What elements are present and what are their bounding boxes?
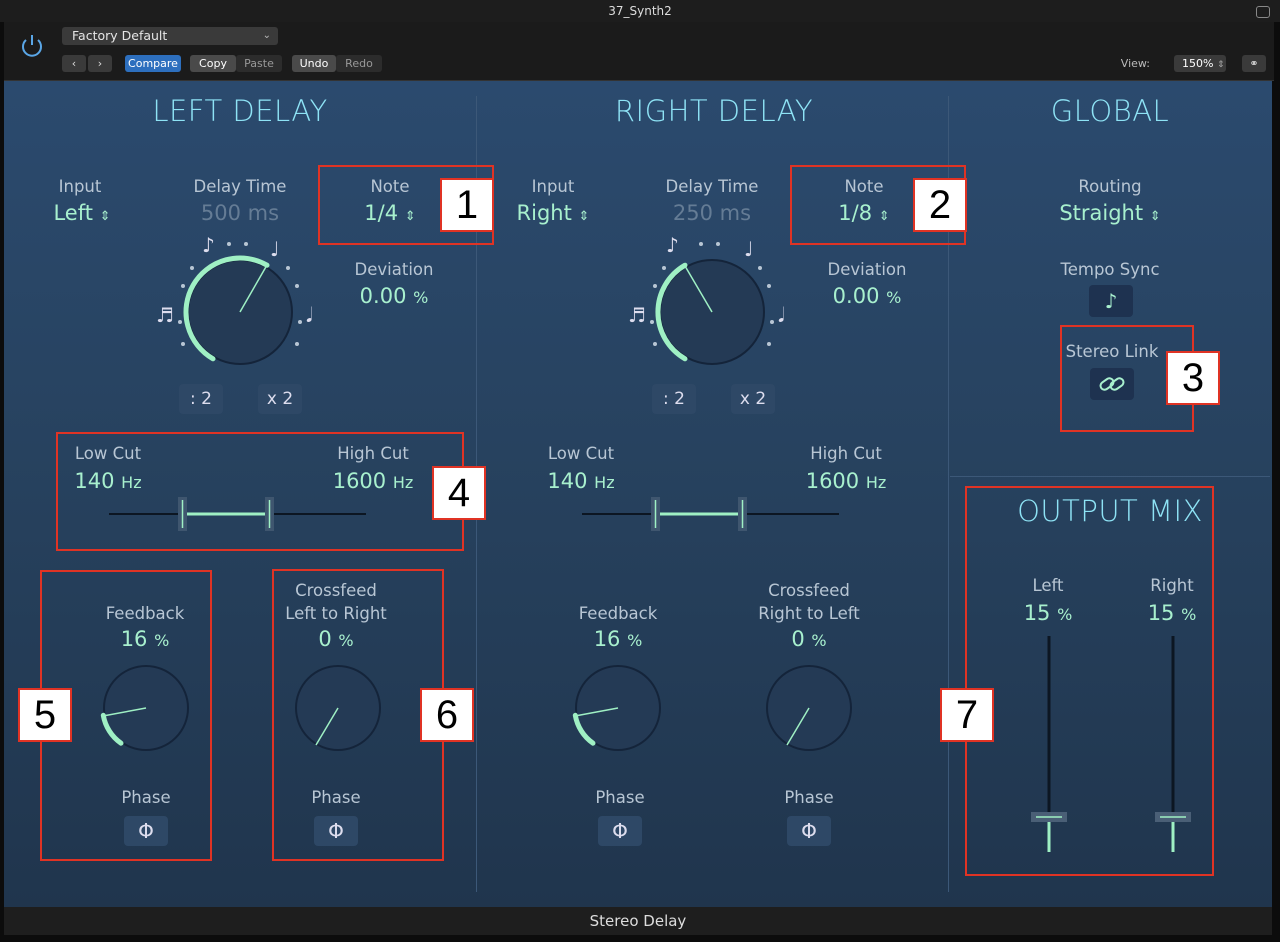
global-title: GLOBAL [1050, 94, 1170, 128]
callout-number-7: 7 [940, 688, 994, 742]
right-lowcut-unit: Hz [594, 473, 615, 492]
right-crossfeed-sublabel: Right to Left [758, 604, 860, 623]
right-deviation-field[interactable]: 0.00 % [817, 284, 917, 308]
right-crossfeed-field[interactable]: 0 % [759, 627, 859, 651]
right-delay-time-label: Delay Time [665, 177, 759, 196]
power-icon[interactable] [18, 32, 46, 60]
right-highcut-field[interactable]: 1600 Hz [796, 469, 896, 493]
right-highcut-unit: Hz [865, 473, 887, 492]
right-half-button[interactable]: : 2 [652, 384, 696, 414]
right-lowcut-label: Low Cut [547, 444, 615, 463]
right-feedback-value: 16 [593, 627, 621, 651]
right-deviation-label: Deviation [827, 260, 907, 279]
right-double-button[interactable]: x 2 [731, 384, 775, 414]
window-zoom-button[interactable] [1256, 6, 1270, 18]
right-deviation-unit: % [886, 288, 902, 307]
left-input-value: Left [53, 201, 93, 225]
right-feedback-knob[interactable] [570, 660, 666, 756]
left-delay-time-label: Delay Time [193, 177, 287, 196]
svg-text:𝅘𝅥: 𝅘𝅥 [306, 303, 312, 327]
left-deviation-label: Deviation [354, 260, 434, 279]
right-feedback-label: Feedback [578, 604, 658, 623]
right-input-menu[interactable]: Right ⇕ [503, 201, 603, 225]
right-filter-range-slider[interactable] [579, 496, 841, 532]
svg-text:♪: ♪ [666, 233, 679, 257]
link-icon[interactable]: ⚭ [1242, 55, 1266, 72]
right-delay-time-knob[interactable]: ♪ ♩ ♬ 𝅘𝅥 [622, 232, 802, 372]
right-feedback-unit: % [627, 631, 643, 650]
callout-box-7 [965, 486, 1214, 876]
right-input-label: Input [531, 177, 575, 196]
svg-text:♪: ♪ [202, 233, 215, 257]
preset-name: Factory Default [72, 28, 168, 43]
right-deviation-value: 0.00 [832, 284, 880, 308]
routing-menu[interactable]: Straight ⇕ [1040, 201, 1180, 225]
callout-box-4 [56, 432, 464, 551]
plugin-name: Stereo Delay [589, 912, 687, 930]
plugin-header: Factory Default ⌄ ‹ › Compare Copy Paste… [4, 22, 1274, 81]
view-zoom-value: 150% [1182, 57, 1214, 70]
plugin-window: 37_Synth2 Factory Default ⌄ ‹ › Compare … [0, 0, 1280, 942]
svg-text:♬: ♬ [156, 303, 174, 327]
tempo-sync-note-icon[interactable]: ♪ [1089, 285, 1133, 317]
callout-number-6: 6 [420, 688, 474, 742]
routing-label: Routing [1078, 177, 1142, 196]
callout-number-1: 1 [440, 178, 494, 232]
right-crossfeed-label: Crossfeed [768, 581, 850, 600]
callout-number-2: 2 [913, 178, 967, 232]
compare-button[interactable]: Compare [125, 55, 181, 72]
global-output-divider [950, 476, 1270, 477]
right-crossfeed-value: 0 [791, 627, 805, 651]
right-delay-title: RIGHT DELAY [614, 94, 814, 128]
paste-button[interactable]: Paste [236, 55, 282, 72]
right-highcut-value: 1600 [805, 469, 860, 493]
routing-value: Straight [1059, 201, 1144, 225]
right-crossfeed-knob[interactable] [761, 660, 857, 756]
left-input-menu[interactable]: Left ⇕ [34, 201, 130, 225]
callout-box-6 [272, 569, 444, 861]
left-input-label: Input [58, 177, 102, 196]
next-preset-button[interactable]: › [88, 55, 112, 72]
right-crossfeed-unit: % [811, 631, 827, 650]
view-zoom-select[interactable]: 150% ⇕ [1174, 55, 1226, 72]
svg-text:♬: ♬ [628, 303, 646, 327]
window-title: 37_Synth2 [608, 4, 672, 18]
left-deviation-value: 0.00 [359, 284, 407, 308]
tempo-sync-label: Tempo Sync [1060, 260, 1160, 279]
phase-invert-icon[interactable]: Φ [787, 816, 831, 846]
undo-button[interactable]: Undo [292, 55, 336, 72]
svg-text:♩: ♩ [270, 237, 279, 261]
copy-button[interactable]: Copy [190, 55, 236, 72]
right-lowcut-value: 140 [547, 469, 588, 493]
callout-number-4: 4 [432, 466, 486, 520]
right-highcut-label: High Cut [810, 444, 882, 463]
right-feedback-phase-label: Phase [595, 788, 645, 807]
left-delay-time-knob[interactable]: ♪ ♩ ♬ 𝅘𝅥 [150, 232, 330, 372]
right-crossfeed-phase-label: Phase [784, 788, 834, 807]
left-double-button[interactable]: x 2 [258, 384, 302, 414]
right-feedback-field[interactable]: 16 % [568, 627, 668, 651]
right-lowcut-field[interactable]: 140 Hz [531, 469, 631, 493]
left-delay-time-value: 500 ms [200, 201, 280, 225]
redo-button[interactable]: Redo [336, 55, 382, 72]
chevron-down-icon: ⌄ [262, 30, 271, 41]
right-delay-time-value: 250 ms [672, 201, 752, 225]
left-deviation-unit: % [413, 288, 429, 307]
view-label: View: [1120, 57, 1150, 70]
svg-text:𝅘𝅥: 𝅘𝅥 [778, 303, 784, 327]
callout-number-5: 5 [18, 688, 72, 742]
left-half-button[interactable]: : 2 [179, 384, 223, 414]
right-input-value: Right [516, 201, 572, 225]
previous-preset-button[interactable]: ‹ [62, 55, 86, 72]
svg-text:♩: ♩ [744, 237, 753, 261]
left-deviation-field[interactable]: 0.00 % [344, 284, 444, 308]
phase-invert-icon[interactable]: Φ [598, 816, 642, 846]
left-delay-title: LEFT DELAY [152, 94, 328, 128]
callout-number-3: 3 [1166, 351, 1220, 405]
preset-menu[interactable]: Factory Default ⌄ [62, 27, 278, 45]
window-titlebar: 37_Synth2 [0, 0, 1280, 22]
plugin-name-bar: Stereo Delay [4, 907, 1272, 935]
